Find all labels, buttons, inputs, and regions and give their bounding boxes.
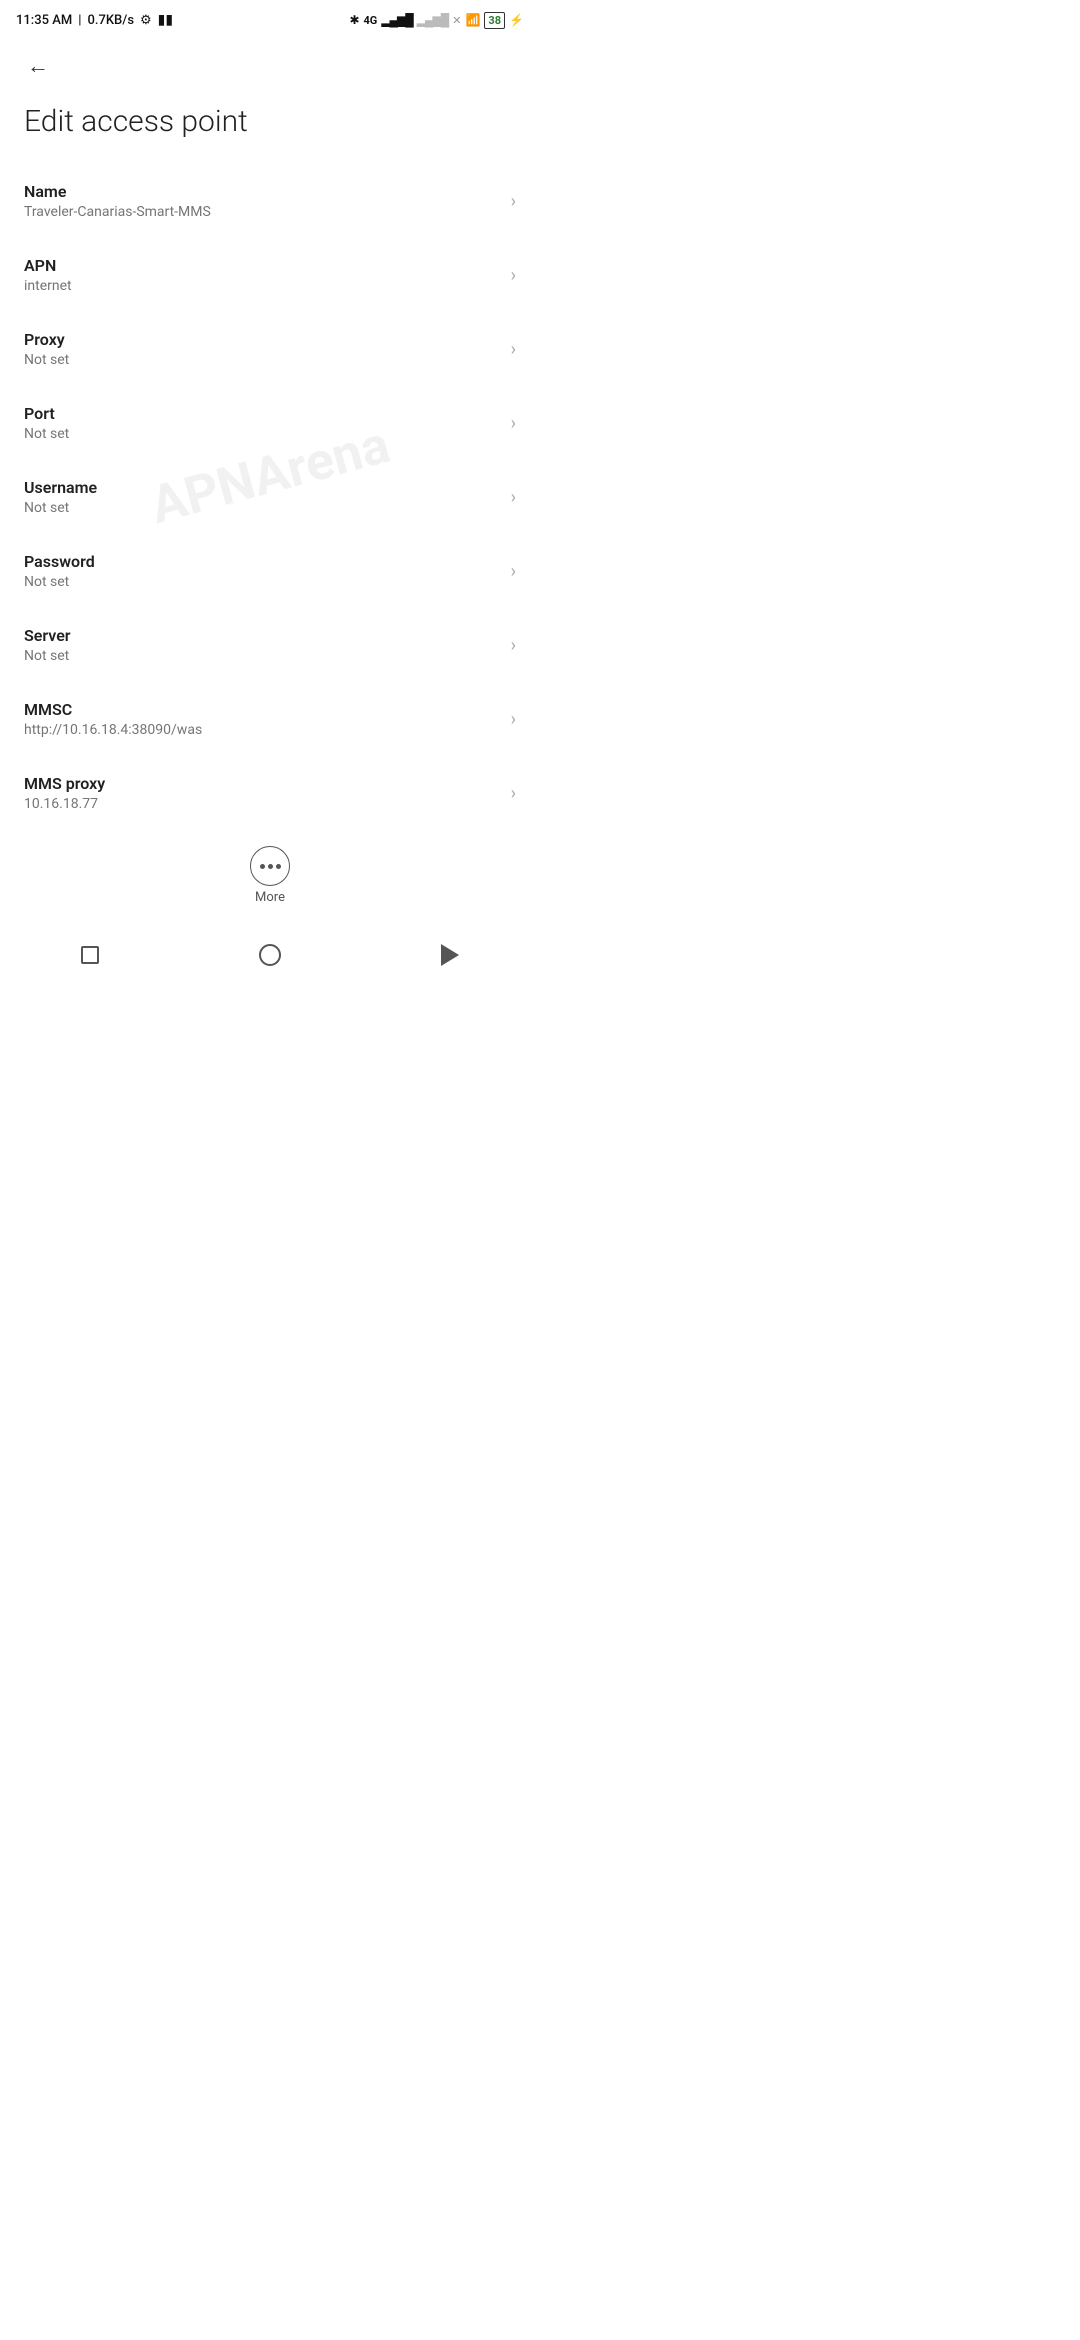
settings-item-apn[interactable]: APN internet › bbox=[0, 238, 540, 312]
battery-indicator: 38 bbox=[484, 12, 505, 29]
chevron-right-icon: › bbox=[511, 413, 516, 434]
signal-bars-icon: ▂▄▆█ bbox=[381, 13, 412, 27]
chevron-right-icon: › bbox=[511, 191, 516, 212]
status-separator: | bbox=[78, 13, 81, 28]
settings-item-mmsc-label: MMSC bbox=[24, 700, 503, 719]
settings-item-proxy-value: Not set bbox=[24, 352, 503, 368]
signal-bars2-icon: ▂▄▆█ bbox=[417, 13, 448, 27]
back-arrow-icon: ← bbox=[27, 53, 49, 79]
chevron-right-icon: › bbox=[511, 783, 516, 804]
video-icon: ▮▮ bbox=[158, 12, 173, 28]
settings-item-username-label: Username bbox=[24, 478, 503, 497]
chevron-right-icon: › bbox=[511, 265, 516, 286]
signal-4g-icon: 4G bbox=[364, 14, 378, 27]
nav-home-icon bbox=[259, 944, 281, 966]
settings-item-proxy-content: Proxy Not set bbox=[24, 330, 503, 368]
settings-item-port-value: Not set bbox=[24, 426, 503, 442]
settings-item-server-label: Server bbox=[24, 626, 503, 645]
settings-item-name-value: Traveler-Canarias-Smart-MMS bbox=[24, 204, 503, 220]
page-title: Edit access point bbox=[0, 92, 540, 164]
nav-back-icon bbox=[441, 944, 459, 966]
nav-recents-icon bbox=[81, 946, 99, 964]
toolbar: ← bbox=[0, 36, 540, 92]
battery-level: 38 bbox=[488, 14, 501, 27]
settings-item-username-content: Username Not set bbox=[24, 478, 503, 516]
status-time: 11:35 AM bbox=[16, 13, 72, 28]
settings-item-mmsc[interactable]: MMSC http://10.16.18.4:38090/was › bbox=[0, 682, 540, 756]
more-button[interactable]: More bbox=[0, 830, 540, 913]
chevron-right-icon: › bbox=[511, 487, 516, 508]
more-circle-icon bbox=[250, 846, 290, 886]
settings-item-port-label: Port bbox=[24, 404, 503, 423]
nav-home-button[interactable] bbox=[248, 933, 292, 977]
status-network: 0.7KB/s bbox=[87, 13, 134, 28]
chevron-right-icon: › bbox=[511, 709, 516, 730]
chevron-right-icon: › bbox=[511, 339, 516, 360]
signal-x-icon: ✕ bbox=[452, 14, 461, 27]
settings-item-password-value: Not set bbox=[24, 574, 503, 590]
bluetooth-icon: ✱ bbox=[349, 13, 359, 27]
settings-item-apn-value: internet bbox=[24, 278, 503, 294]
more-dot-3 bbox=[276, 864, 281, 869]
settings-item-mms-proxy-value: 10.16.18.77 bbox=[24, 796, 503, 812]
nav-recents-button[interactable] bbox=[68, 933, 112, 977]
settings-item-apn-content: APN internet bbox=[24, 256, 503, 294]
status-right: ✱ 4G ▂▄▆█ ▂▄▆█ ✕ 📶 38 ⚡ bbox=[349, 12, 524, 29]
more-label: More bbox=[255, 890, 285, 905]
settings-icon: ⚙ bbox=[140, 13, 152, 28]
status-bar: 11:35 AM | 0.7KB/s ⚙ ▮▮ ✱ 4G ▂▄▆█ ▂▄▆█ ✕… bbox=[0, 0, 540, 36]
settings-item-proxy-label: Proxy bbox=[24, 330, 503, 349]
more-dot-1 bbox=[260, 864, 265, 869]
settings-item-mms-proxy-content: MMS proxy 10.16.18.77 bbox=[24, 774, 503, 812]
settings-item-password-content: Password Not set bbox=[24, 552, 503, 590]
settings-item-port-content: Port Not set bbox=[24, 404, 503, 442]
settings-item-server-content: Server Not set bbox=[24, 626, 503, 664]
nav-bar bbox=[0, 921, 540, 993]
settings-item-mms-proxy-label: MMS proxy bbox=[24, 774, 503, 793]
settings-item-username[interactable]: Username Not set › bbox=[0, 460, 540, 534]
settings-item-mmsc-value: http://10.16.18.4:38090/was bbox=[24, 722, 503, 738]
settings-item-name[interactable]: Name Traveler-Canarias-Smart-MMS › bbox=[0, 164, 540, 238]
settings-item-name-label: Name bbox=[24, 182, 503, 201]
settings-item-mmsc-content: MMSC http://10.16.18.4:38090/was bbox=[24, 700, 503, 738]
back-button[interactable]: ← bbox=[16, 44, 60, 88]
settings-item-port[interactable]: Port Not set › bbox=[0, 386, 540, 460]
chevron-right-icon: › bbox=[511, 561, 516, 582]
settings-item-username-value: Not set bbox=[24, 500, 503, 516]
wifi-icon: 📶 bbox=[465, 13, 480, 27]
chevron-right-icon: › bbox=[511, 635, 516, 656]
settings-item-password-label: Password bbox=[24, 552, 503, 571]
bolt-icon: ⚡ bbox=[509, 13, 524, 27]
settings-item-password[interactable]: Password Not set › bbox=[0, 534, 540, 608]
more-dot-2 bbox=[268, 864, 273, 869]
settings-item-server-value: Not set bbox=[24, 648, 503, 664]
settings-item-apn-label: APN bbox=[24, 256, 503, 275]
settings-item-proxy[interactable]: Proxy Not set › bbox=[0, 312, 540, 386]
settings-item-server[interactable]: Server Not set › bbox=[0, 608, 540, 682]
settings-item-name-content: Name Traveler-Canarias-Smart-MMS bbox=[24, 182, 503, 220]
nav-back-button[interactable] bbox=[428, 933, 472, 977]
status-left: 11:35 AM | 0.7KB/s ⚙ ▮▮ bbox=[16, 12, 173, 28]
settings-list: Name Traveler-Canarias-Smart-MMS › APN i… bbox=[0, 164, 540, 830]
settings-item-mms-proxy[interactable]: MMS proxy 10.16.18.77 › bbox=[0, 756, 540, 830]
